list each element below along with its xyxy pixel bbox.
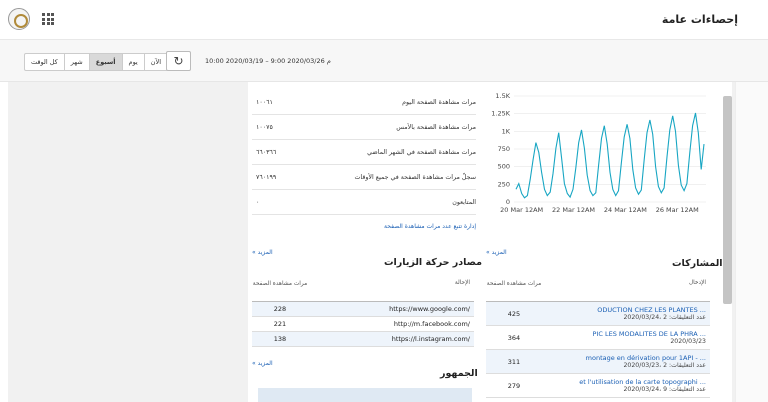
y-tick-label: 1K (502, 127, 511, 135)
table-header: مرات مشاهدة الصفحة الإدخال (486, 276, 710, 302)
pageviews-chart: 0 250 500 750 1K 1.25K 1.5K 20 Mar 12AM 22 Mar 1… (491, 92, 706, 214)
x-tick-label: 24 Mar 12AM (604, 206, 647, 214)
views-cell: 228 (273, 305, 287, 313)
stat-label: المتابعون (452, 198, 476, 206)
stat-value: ١٠٠٧٥ (256, 123, 273, 131)
views-cell: 425 (507, 309, 521, 318)
apps-grid-icon[interactable] (42, 13, 54, 25)
range-all-time[interactable]: كل الوقت (25, 54, 64, 70)
post-link[interactable]: PIC LES MODALITES DE LA PHRA ... (593, 330, 706, 338)
page-title: إحصاءات عامة (661, 13, 738, 26)
range-month[interactable]: شهر (63, 54, 89, 70)
table-row[interactable]: 311 montage en dérivation pour 1API - ..… (486, 350, 710, 374)
table-row[interactable]: 138 https://l.instagram.com/ (252, 332, 474, 347)
col-source: الإحالة (454, 280, 470, 286)
y-tick-label: 1.25K (491, 110, 510, 118)
post-meta: 2020/03/23، عدد التعليقات: 2 (623, 362, 706, 369)
y-tick-label: 750 (498, 145, 510, 153)
audience-title: الجمهور (440, 368, 478, 379)
time-range-selector: كل الوقت شهر أسبوع يوم الآن (24, 53, 169, 71)
stat-label: مرات مشاهدة الصفحة اليوم (402, 98, 476, 106)
source-cell[interactable]: https://www.google.com/ (308, 305, 474, 313)
y-tick-label: 1.5K (495, 92, 510, 100)
refresh-icon: ↻ (173, 54, 184, 68)
date-range: 10:00 2020/03/19 – 9:00 2020/03/26 م (205, 57, 331, 65)
posts-title: المشاركات (672, 258, 723, 269)
toolbar: كل الوقت شهر أسبوع يوم الآن ↻ 10:00 2020… (0, 40, 768, 82)
traffic-table: مرات مشاهدة الصفحة الإحالة 228 https://w… (252, 276, 474, 347)
stat-row: ٦٦٠٣٦٦ مرات مشاهدة الصفحة في الشهر الماض… (252, 140, 476, 165)
post-cell: montage en dérivation pour 1API - ... 20… (542, 354, 710, 369)
refresh-button[interactable]: ↻ (166, 51, 191, 71)
stat-row: ٧٦٠١٩٩ سجلّ مرات مشاهدة الصفحة في جميع ا… (252, 165, 476, 190)
post-meta: 2020/03/24، عدد التعليقات: 2 (623, 314, 706, 321)
stat-row: ١٠٠٦١ مرات مشاهدة الصفحة اليوم (252, 90, 476, 115)
table-row[interactable]: 279 et l'utilisation de la carte topogra… (486, 374, 710, 398)
source-cell[interactable]: https://l.instagram.com/ (308, 335, 474, 343)
range-week[interactable]: أسبوع (88, 54, 122, 70)
stat-row: ١٠٠٧٥ مرات مشاهدة الصفحة بالأمس (252, 115, 476, 140)
stat-row: ٠ المتابعون (252, 190, 476, 215)
stat-label: مرات مشاهدة الصفحة بالأمس (396, 123, 476, 131)
posts-more-link[interactable]: المزيد » (486, 249, 507, 256)
post-cell: ODUCTION CHEZ LES PLANTES ... 2020/03/24… (542, 306, 710, 321)
post-link[interactable]: et l'utilisation de la carte topographi … (579, 378, 706, 386)
y-tick-label: 500 (498, 163, 510, 171)
manage-tracking-link[interactable]: إدارة تتبع عدد مرات مشاهدة الصفحة (252, 223, 476, 230)
scrollbar[interactable] (723, 96, 732, 304)
audience-map (258, 388, 472, 402)
range-day[interactable]: يوم (121, 54, 144, 70)
stat-label: سجلّ مرات مشاهدة الصفحة في جميع الأوقات (354, 173, 476, 181)
x-tick-label: 26 Mar 12AM (656, 206, 699, 214)
table-header: مرات مشاهدة الصفحة الإحالة (252, 276, 474, 302)
post-cell: PIC LES MODALITES DE LA PHRA ... 2020/03… (542, 330, 710, 345)
views-cell: 279 (507, 381, 521, 390)
site-logo-icon[interactable] (8, 8, 30, 30)
audience-more-link[interactable]: المزيد » (252, 360, 273, 367)
y-tick-label: 0 (506, 198, 510, 206)
posts-table: مرات مشاهدة الصفحة الإدخال 425 ODUCTION … (486, 276, 710, 398)
col-views: مرات مشاهدة الصفحة (252, 281, 308, 287)
stat-value: ٠ (256, 198, 260, 206)
views-cell: 138 (273, 335, 287, 343)
stat-value: ٧٦٠١٩٩ (256, 173, 277, 181)
views-cell: 364 (507, 333, 521, 342)
table-row[interactable]: 425 ODUCTION CHEZ LES PLANTES ... 2020/0… (486, 302, 710, 326)
col-views: مرات مشاهدة الصفحة (486, 281, 542, 287)
table-row[interactable]: 228 https://www.google.com/ (252, 302, 474, 317)
views-cell: 221 (273, 320, 287, 328)
right-gutter (735, 82, 768, 402)
traffic-more-link[interactable]: المزيد » (252, 249, 273, 256)
source-cell[interactable]: http://m.facebook.com/ (308, 320, 474, 328)
post-link[interactable]: montage en dérivation pour 1API - ... (586, 354, 706, 362)
table-row[interactable]: 221 http://m.facebook.com/ (252, 317, 474, 332)
post-meta: 2020/03/23 (670, 338, 706, 345)
stats-summary: ١٠٠٦١ مرات مشاهدة الصفحة اليوم ١٠٠٧٥ مرا… (252, 90, 476, 230)
table-row[interactable]: 364 PIC LES MODALITES DE LA PHRA ... 202… (486, 326, 710, 350)
stat-label: مرات مشاهدة الصفحة في الشهر الماضي (367, 148, 476, 156)
views-cell: 311 (507, 357, 521, 366)
y-tick-label: 250 (498, 180, 510, 188)
post-link[interactable]: ODUCTION CHEZ LES PLANTES ... (597, 306, 706, 314)
x-tick-label: 22 Mar 12AM (552, 206, 595, 214)
stat-value: ١٠٠٦١ (256, 98, 273, 106)
traffic-title: مصادر حركة الزيارات (384, 257, 482, 268)
x-tick-label: 20 Mar 12AM (500, 206, 543, 214)
stat-value: ٦٦٠٣٦٦ (256, 148, 277, 156)
top-bar: إحصاءات عامة (0, 0, 768, 40)
post-meta: 2020/03/24، عدد التعليقات: 9 (623, 386, 706, 393)
range-now[interactable]: الآن (143, 54, 167, 70)
col-entry: الإدخال (688, 280, 706, 286)
post-cell: et l'utilisation de la carte topographi … (542, 378, 710, 393)
series-line (515, 112, 705, 199)
